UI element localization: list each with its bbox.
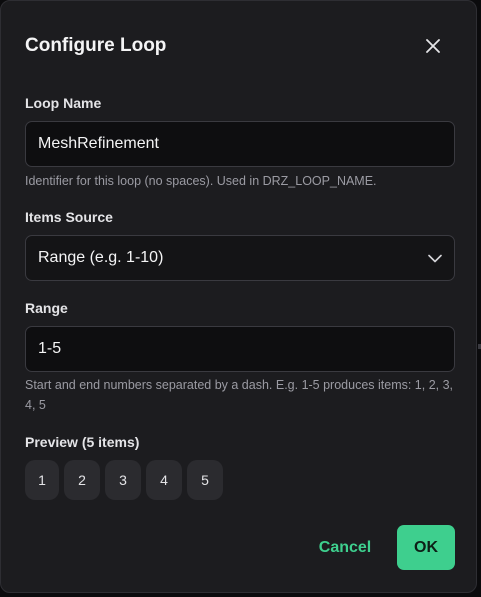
close-icon	[426, 39, 440, 53]
chevron-down-icon	[428, 254, 442, 262]
loop-name-input[interactable]: MeshRefinement	[25, 121, 455, 167]
loop-name-label: Loop Name	[25, 95, 102, 111]
range-helper: Start and end numbers separated by a das…	[25, 378, 454, 412]
range-label: Range	[25, 300, 68, 316]
preview-item: 3	[105, 460, 141, 500]
configure-loop-dialog: Configure Loop Loop Name MeshRefinement …	[0, 0, 477, 593]
cancel-button[interactable]: Cancel	[309, 526, 381, 570]
preview-item: 1	[25, 460, 59, 500]
loop-name-value: MeshRefinement	[38, 135, 159, 152]
range-input[interactable]: 1-5	[25, 326, 455, 372]
preview-items: 1 2 3 4 5	[25, 460, 223, 500]
preview-item: 5	[187, 460, 223, 500]
items-source-select[interactable]: Range (e.g. 1-10)	[25, 235, 455, 281]
items-source-value: Range (e.g. 1-10)	[38, 249, 164, 266]
items-source-label: Items Source	[25, 209, 113, 225]
close-button[interactable]	[419, 32, 447, 60]
loop-name-helper: Identifier for this loop (no spaces). Us…	[25, 174, 377, 188]
preview-item: 4	[146, 460, 182, 500]
dialog-title: Configure Loop	[25, 35, 167, 56]
range-value: 1-5	[38, 340, 62, 357]
preview-label: Preview (5 items)	[25, 434, 140, 450]
preview-item: 2	[64, 460, 100, 500]
ok-button[interactable]: OK	[397, 525, 455, 570]
